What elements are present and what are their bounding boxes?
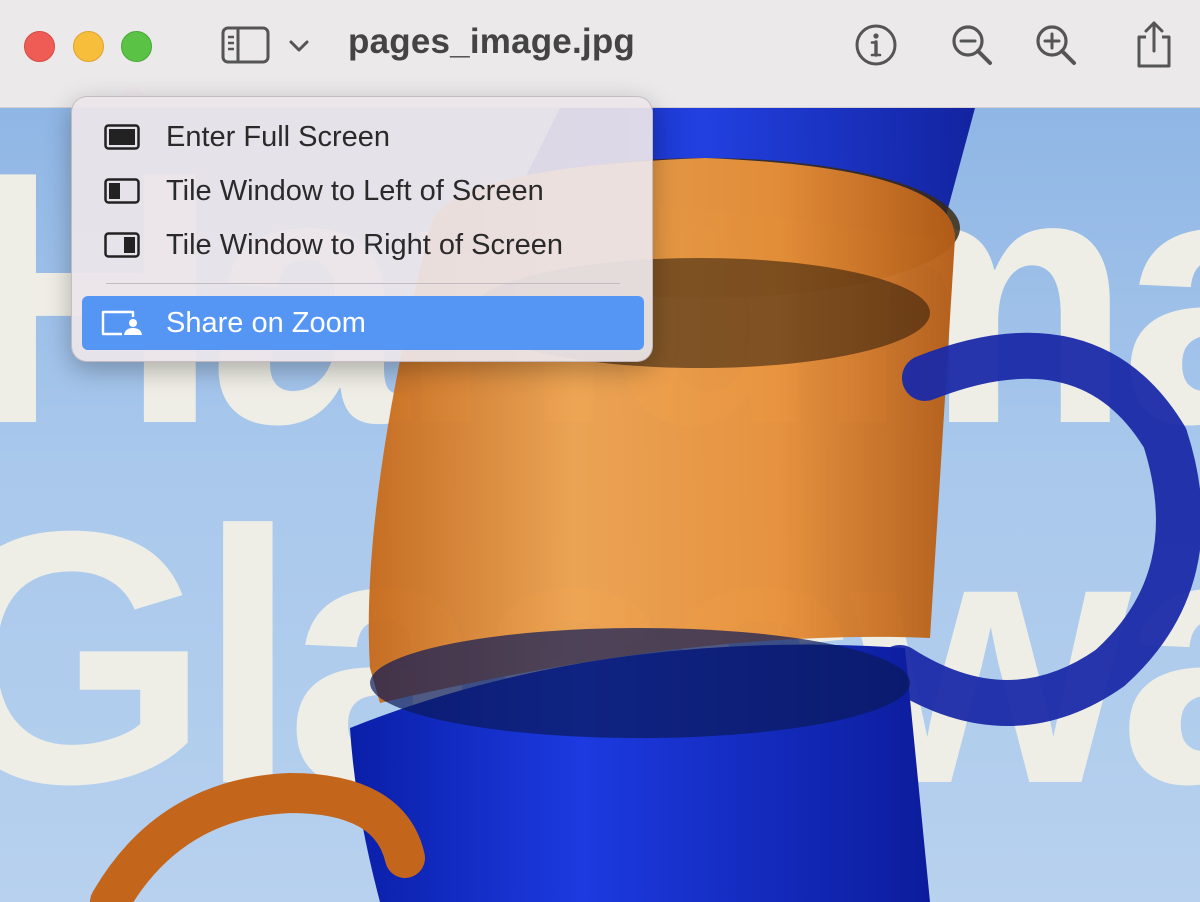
menu-item-share-on-zoom[interactable]: Share on Zoom bbox=[82, 296, 644, 350]
minimize-button[interactable] bbox=[73, 31, 104, 62]
tile-right-icon bbox=[92, 218, 152, 272]
share-screen-icon bbox=[92, 296, 152, 350]
share-button[interactable] bbox=[1130, 20, 1178, 70]
zoom-in-button[interactable] bbox=[1032, 20, 1080, 70]
sidebar-toggle-button[interactable] bbox=[220, 24, 272, 66]
close-button[interactable] bbox=[24, 31, 55, 62]
menu-item-label: Tile Window to Left of Screen bbox=[166, 174, 544, 207]
zoom-out-button[interactable] bbox=[948, 20, 996, 70]
zoom-out-icon bbox=[952, 25, 992, 65]
share-icon bbox=[1137, 21, 1171, 68]
zoom-button[interactable] bbox=[121, 31, 152, 62]
menu-item-enter-full-screen[interactable]: Enter Full Screen bbox=[82, 110, 644, 164]
chevron-down-icon bbox=[289, 40, 309, 52]
menu-item-label: Share on Zoom bbox=[166, 306, 366, 339]
window-tiling-menu: Enter Full Screen Tile Window to Left of… bbox=[71, 96, 653, 362]
menu-item-label: Tile Window to Right of Screen bbox=[166, 228, 564, 261]
info-icon bbox=[855, 24, 897, 66]
info-button[interactable] bbox=[852, 20, 900, 70]
menu-item-tile-right[interactable]: Tile Window to Right of Screen bbox=[82, 218, 644, 272]
window-title: pages_image.jpg bbox=[348, 22, 635, 61]
title-bar: pages_image.jpg bbox=[0, 0, 1200, 108]
menu-separator bbox=[106, 283, 620, 284]
menu-item-label: Enter Full Screen bbox=[166, 120, 391, 153]
sidebar-options-button[interactable] bbox=[286, 30, 312, 62]
zoom-in-icon bbox=[1036, 25, 1076, 65]
menu-item-tile-left[interactable]: Tile Window to Left of Screen bbox=[82, 164, 644, 218]
tile-left-icon bbox=[92, 164, 152, 218]
full-screen-icon bbox=[92, 110, 152, 164]
sidebar-toggle-icon bbox=[221, 26, 270, 64]
